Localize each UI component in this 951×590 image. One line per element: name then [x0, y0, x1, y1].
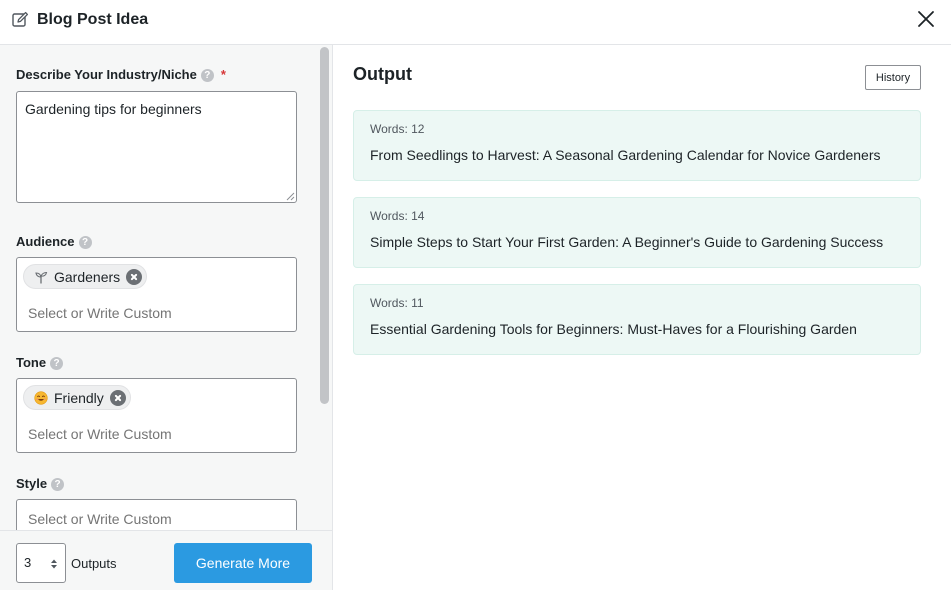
help-icon[interactable]: ?: [200, 68, 214, 82]
stepper-arrows-icon[interactable]: [50, 558, 58, 570]
modal-header: Blog Post Idea: [0, 0, 951, 45]
tone-label: Tone ?: [16, 355, 64, 371]
smiling-face-icon: [34, 390, 48, 405]
tone-chip-label: Friendly: [54, 389, 104, 406]
outputs-label: Outputs: [71, 556, 117, 571]
output-panel: Output History Words: 12 From Seedlings …: [333, 45, 951, 590]
modal-title: Blog Post Idea: [37, 11, 149, 28]
industry-label-text: Describe Your Industry/Niche: [16, 67, 197, 82]
style-label-text: Style: [16, 476, 48, 491]
remove-chip-icon[interactable]: [126, 268, 143, 285]
word-count: Words: 11: [370, 296, 424, 310]
result-text: Simple Steps to Start Your First Garden:…: [370, 234, 884, 250]
tone-input[interactable]: [28, 426, 278, 442]
industry-textarea[interactable]: [16, 91, 297, 203]
audience-input[interactable]: [28, 305, 278, 321]
help-icon[interactable]: ?: [50, 356, 64, 370]
result-card[interactable]: Words: 14 Simple Steps to Start Your Fir…: [353, 197, 921, 268]
audience-label: Audience ?: [16, 234, 92, 250]
output-title: Output: [353, 64, 412, 84]
audience-label-text: Audience: [16, 234, 75, 249]
result-text: From Seedlings to Harvest: A Seasonal Ga…: [370, 147, 881, 163]
audience-chip: Gardeners: [23, 264, 148, 289]
form-panel: Describe Your Industry/Niche ? * Audienc…: [0, 45, 333, 590]
audience-select[interactable]: Gardeners: [16, 257, 297, 332]
audience-chip-label: Gardeners: [54, 268, 121, 285]
style-input[interactable]: [28, 511, 278, 527]
form-footer: 3 Outputs Generate More: [0, 530, 332, 590]
result-card[interactable]: Words: 11 Essential Gardening Tools for …: [353, 284, 921, 355]
result-text: Essential Gardening Tools for Beginners:…: [370, 321, 857, 337]
help-icon[interactable]: ?: [51, 477, 65, 491]
remove-chip-icon[interactable]: [109, 389, 126, 406]
result-card[interactable]: Words: 12 From Seedlings to Harvest: A S…: [353, 110, 921, 181]
close-icon[interactable]: [914, 8, 938, 32]
tone-select[interactable]: Friendly: [16, 378, 297, 453]
required-marker: *: [220, 67, 226, 82]
industry-label: Describe Your Industry/Niche ? *: [16, 67, 226, 83]
scrollbar-thumb[interactable]: [320, 47, 329, 404]
history-button[interactable]: History: [865, 65, 921, 90]
generate-more-button[interactable]: Generate More: [174, 543, 312, 583]
word-count: Words: 12: [370, 122, 425, 136]
style-label: Style ?: [16, 476, 65, 492]
help-icon[interactable]: ?: [78, 235, 92, 249]
tone-chip: Friendly: [23, 385, 131, 410]
resize-grip-icon[interactable]: [286, 192, 295, 201]
word-count: Words: 14: [370, 209, 425, 223]
sprout-icon: [35, 271, 48, 284]
outputs-stepper[interactable]: 3: [16, 543, 66, 583]
tone-label-text: Tone: [16, 355, 47, 370]
edit-icon: [12, 11, 29, 27]
outputs-count: 3: [24, 555, 32, 570]
